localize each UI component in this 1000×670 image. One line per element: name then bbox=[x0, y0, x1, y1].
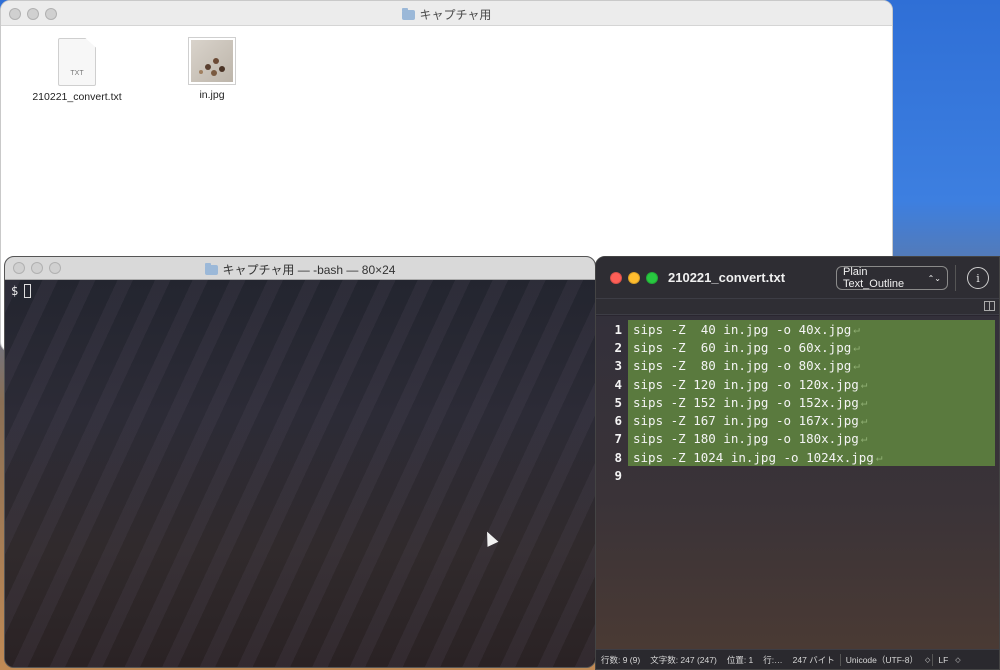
line-ending-select[interactable]: LF bbox=[933, 655, 953, 665]
line-number: 4 bbox=[614, 376, 622, 392]
line-number: 3 bbox=[614, 358, 622, 374]
terminal-prompt-line: $ bbox=[5, 280, 595, 302]
line-text[interactable]: sips -Z 120 in.jpg -o 120x.jpg ↵ bbox=[628, 374, 995, 394]
chevron-updown-icon: ◇ bbox=[924, 656, 931, 664]
line-content: sips -Z 80 in.jpg -o 80x.jpg bbox=[633, 358, 852, 374]
return-icon: ↵ bbox=[860, 414, 868, 428]
close-button[interactable] bbox=[610, 272, 622, 284]
return-icon: ↵ bbox=[875, 450, 883, 464]
line-text[interactable] bbox=[628, 466, 999, 484]
info-button[interactable]: i bbox=[967, 267, 989, 289]
encoding-select[interactable]: Unicode（UTF-8） bbox=[841, 654, 923, 666]
editor-titlebar[interactable]: 210221_convert.txt Plain Text_Outline ⌃⌄… bbox=[596, 257, 999, 299]
line-content: sips -Z 60 in.jpg -o 60x.jpg bbox=[633, 339, 852, 355]
status-line-count: 行数: 9 (9) bbox=[601, 654, 641, 665]
line-text[interactable]: sips -Z 80 in.jpg -o 80x.jpg ↵ bbox=[628, 356, 995, 375]
file-name[interactable]: in.jpg bbox=[157, 89, 267, 101]
chevron-updown-icon: ◇ bbox=[955, 656, 961, 664]
status-char-count: 文字数: 247 (247) bbox=[650, 654, 717, 665]
info-icon: i bbox=[976, 271, 980, 285]
status-bar: 行数: 9 (9) 文字数: 247 (247) 位置: 1 行:… 247 バ… bbox=[596, 649, 999, 669]
chevron-updown-icon: ⌃⌄ bbox=[927, 273, 941, 283]
return-icon: ↵ bbox=[860, 432, 868, 446]
line-text[interactable]: sips -Z 1024 in.jpg -o 1024x.jpg ↵ bbox=[628, 448, 995, 467]
return-icon: ↵ bbox=[860, 377, 868, 391]
image-thumbnail-icon[interactable] bbox=[189, 38, 235, 84]
syntax-select-value: Plain Text_Outline bbox=[843, 266, 905, 290]
line-text[interactable]: sips -Z 60 in.jpg -o 60x.jpg ↵ bbox=[628, 338, 995, 357]
folder-icon bbox=[401, 7, 415, 20]
line-number: 1 bbox=[614, 321, 622, 337]
file-item-jpg[interactable]: in.jpg bbox=[157, 38, 267, 101]
text-cursor bbox=[24, 284, 32, 298]
editor-line[interactable]: 2 sips -Z 60 in.jpg -o 60x.jpg ↵ bbox=[596, 338, 999, 357]
return-icon: ↵ bbox=[853, 340, 860, 354]
line-number: 8 bbox=[614, 449, 622, 465]
line-text[interactable]: sips -Z 40 in.jpg -o 40x.jpg ↵ bbox=[628, 320, 995, 339]
line-content: sips -Z 40 in.jpg -o 40x.jpg bbox=[633, 321, 852, 337]
editor-line[interactable]: 4 sips -Z 120 in.jpg -o 120x.jpg ↵ bbox=[596, 374, 999, 394]
zoom-button[interactable] bbox=[646, 272, 658, 284]
syntax-select[interactable]: Plain Text_Outline ⌃⌄ bbox=[836, 266, 948, 290]
minimize-button[interactable] bbox=[628, 272, 640, 284]
status-line-pos: 行:… bbox=[763, 654, 783, 665]
file-item-txt[interactable]: TXT 210221_convert.txt bbox=[22, 38, 132, 103]
line-content: sips -Z 1024 in.jpg -o 1024x.jpg bbox=[633, 449, 874, 465]
finder-title-text: キャプチャ用 bbox=[419, 8, 492, 22]
editor-line[interactable]: 9 bbox=[596, 466, 999, 484]
line-content: sips -Z 167 in.jpg -o 167x.jpg bbox=[633, 413, 859, 429]
line-number: 6 bbox=[614, 413, 622, 429]
terminal-title-text: キャプチャ用 — -bash — 80×24 bbox=[222, 263, 396, 277]
editor-window: 210221_convert.txt Plain Text_Outline ⌃⌄… bbox=[595, 256, 1000, 670]
editor-title: 210221_convert.txt bbox=[668, 270, 786, 285]
line-number: 9 bbox=[614, 468, 622, 484]
split-view-icon[interactable] bbox=[984, 301, 995, 311]
return-icon: ↵ bbox=[853, 359, 860, 373]
line-number: 5 bbox=[614, 394, 622, 410]
line-content: sips -Z 152 in.jpg -o 152x.jpg bbox=[633, 394, 859, 410]
finder-titlebar[interactable]: キャプチャ用 bbox=[1, 1, 892, 26]
editor-line[interactable]: 8 sips -Z 1024 in.jpg -o 1024x.jpg ↵ bbox=[596, 448, 999, 467]
return-icon: ↵ bbox=[860, 395, 868, 409]
line-number: 7 bbox=[614, 431, 622, 447]
status-position: 位置: 1 bbox=[726, 654, 754, 665]
text-document-icon[interactable]: TXT bbox=[58, 38, 96, 86]
editor-window-controls bbox=[610, 272, 658, 284]
line-number: 2 bbox=[614, 339, 622, 355]
editor-line[interactable]: 5 sips -Z 152 in.jpg -o 152x.jpg ↵ bbox=[596, 393, 999, 412]
toolbar-divider bbox=[955, 265, 956, 291]
terminal-content[interactable]: $ bbox=[5, 280, 595, 667]
finder-title: キャプチャ用 bbox=[1, 6, 892, 23]
line-text[interactable]: sips -Z 152 in.jpg -o 152x.jpg ↵ bbox=[628, 393, 995, 412]
line-text[interactable]: sips -Z 167 in.jpg -o 167x.jpg ↵ bbox=[628, 411, 995, 430]
file-name[interactable]: 210221_convert.txt bbox=[22, 91, 132, 103]
line-content: sips -Z 120 in.jpg -o 120x.jpg bbox=[633, 376, 859, 392]
return-icon: ↵ bbox=[853, 322, 860, 336]
editor-line[interactable]: 6 sips -Z 167 in.jpg -o 167x.jpg ↵ bbox=[596, 411, 999, 430]
terminal-titlebar[interactable]: キャプチャ用 — -bash — 80×24 bbox=[5, 257, 595, 280]
editor-line[interactable]: 1 sips -Z 40 in.jpg -o 40x.jpg ↵ bbox=[596, 320, 999, 339]
prompt-symbol: $ bbox=[11, 284, 19, 298]
editor-subbar bbox=[596, 299, 999, 315]
line-content: sips -Z 180 in.jpg -o 180x.jpg bbox=[633, 431, 859, 447]
folder-icon bbox=[204, 262, 218, 275]
line-text[interactable]: sips -Z 180 in.jpg -o 180x.jpg ↵ bbox=[628, 429, 995, 449]
terminal-window: キャプチャ用 — -bash — 80×24 $ bbox=[4, 256, 596, 668]
status-bytes: 247 バイト bbox=[792, 654, 835, 665]
editor-text-area[interactable]: 1 sips -Z 40 in.jpg -o 40x.jpg ↵ 2 sips -Z 6… bbox=[596, 316, 999, 649]
editor-line[interactable]: 3 sips -Z 80 in.jpg -o 80x.jpg ↵ bbox=[596, 356, 999, 375]
editor-line[interactable]: 7 sips -Z 180 in.jpg -o 180x.jpg ↵ bbox=[596, 429, 999, 449]
terminal-title: キャプチャ用 — -bash — 80×24 bbox=[5, 261, 595, 278]
